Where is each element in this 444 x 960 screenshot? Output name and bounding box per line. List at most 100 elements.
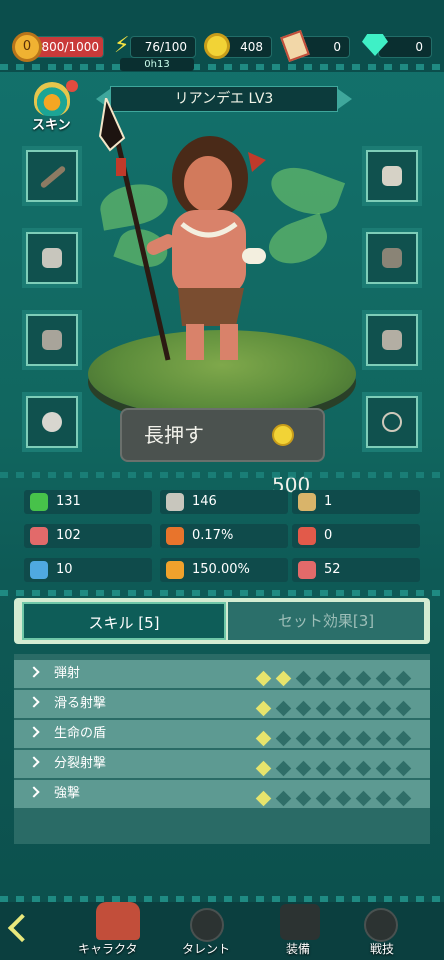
skill-name: 生命の盾: [54, 726, 107, 741]
stat-item: 0.17%: [160, 524, 288, 548]
stat-item: 146: [160, 490, 288, 514]
character-tab-icon[interactable]: [96, 902, 140, 940]
level-diamond: [335, 790, 352, 807]
equip-slot-weapon[interactable]: [22, 146, 82, 206]
level-diamond: [375, 670, 392, 687]
tabs-top-border: [0, 590, 444, 596]
helmet-item-icon: [382, 166, 402, 186]
burst-icon: [166, 561, 184, 579]
gold-coin-icon: [272, 423, 294, 446]
drumstick-icon: [298, 561, 316, 579]
spear-icon: [166, 493, 184, 511]
lock-icon: [190, 908, 224, 942]
gem-value: 0: [415, 40, 423, 54]
level-diamond: [275, 760, 292, 777]
hero-face: [184, 156, 232, 212]
skin-button[interactable]: スキン: [28, 80, 78, 133]
equip-slot-armor[interactable]: [22, 228, 82, 288]
hero-armband: [242, 248, 266, 264]
fox-mask-icon: [166, 527, 184, 545]
top-resource-bar: 800/1000 0 76/100 ⚡ 0h13 408 0 0: [0, 0, 444, 72]
stat-item: 10: [24, 558, 152, 582]
equip-slot-bracer[interactable]: [22, 310, 82, 370]
level-diamond: [335, 760, 352, 777]
equip-slot-boots[interactable]: [362, 310, 422, 370]
stat-item: 0: [292, 524, 420, 548]
amulet-item-icon: [382, 412, 402, 432]
skill-row[interactable]: 弾射: [14, 660, 430, 688]
gold-value: 408: [240, 40, 263, 54]
stat-value: 52: [324, 562, 341, 577]
stat-value: 146: [192, 494, 217, 509]
hero-feather: [248, 152, 266, 172]
player-level-badge[interactable]: 0: [12, 32, 42, 62]
lightning-icon: ⚡: [114, 33, 130, 58]
stat-item: 131: [24, 490, 152, 514]
level-diamond: [315, 670, 332, 687]
ticket-value: 0: [333, 40, 341, 54]
energy-timer: 0h13: [120, 58, 194, 71]
skill-list: 弾射滑る射撃生命の盾分裂射撃強撃: [14, 654, 430, 844]
spear-wrap: [116, 158, 126, 176]
nav-talent[interactable]: タレント: [182, 940, 230, 957]
equip-slot-ring[interactable]: [22, 392, 82, 452]
level-diamond: [315, 730, 332, 747]
stat-item: 1: [292, 490, 420, 514]
level-diamond: [275, 730, 292, 747]
chevron-right-icon: [28, 756, 40, 768]
level-diamond: [355, 670, 372, 687]
stat-value: 102: [56, 528, 81, 543]
stat-value: 0: [324, 528, 333, 543]
skill-row[interactable]: 滑る射撃: [14, 690, 430, 718]
equip-slot-cloak[interactable]: [362, 228, 422, 288]
level-diamond: [375, 760, 392, 777]
skill-row[interactable]: 強撃: [14, 780, 430, 808]
bottom-nav: キャラクタ タレント 装備 戦技: [0, 902, 444, 960]
back-arrow-icon[interactable]: [6, 913, 46, 944]
bracer-item-icon: [42, 330, 62, 350]
feather-headdress-icon: [34, 82, 70, 116]
skin-label: スキン: [32, 118, 71, 133]
level-diamond: [295, 790, 312, 807]
stat-value: 150.00%: [192, 562, 250, 577]
skill-name: 弾射: [54, 666, 81, 681]
equipment-tab-icon[interactable]: [280, 904, 320, 940]
skill-level-indicator: [255, 787, 418, 815]
skill-row[interactable]: 分裂射撃: [14, 750, 430, 778]
stat-item: 52: [292, 558, 420, 582]
ring-item-icon: [42, 412, 62, 432]
level-diamond: [355, 760, 372, 777]
lock-icon: [364, 908, 398, 942]
chevron-right-icon: [28, 696, 40, 708]
top-pattern-border: [0, 64, 444, 70]
level-diamond: [255, 700, 272, 717]
level-diamond: [275, 700, 292, 717]
level-diamond: [255, 670, 272, 687]
skill-name: 分裂射撃: [54, 756, 107, 771]
shield-icon: [298, 493, 316, 511]
tab-set-bonus[interactable]: セット効果[3]: [228, 602, 424, 640]
bow-icon: [30, 561, 48, 579]
level-diamond: [295, 760, 312, 777]
level-diamond: [275, 790, 292, 807]
level-diamond: [355, 700, 372, 717]
nav-equipment[interactable]: 装備: [286, 940, 310, 957]
level-diamond: [255, 760, 272, 777]
level-diamond: [395, 670, 412, 687]
stats-top-border: [0, 472, 444, 478]
long-press-upgrade-button[interactable]: 長押す 500: [120, 408, 325, 497]
hero-loincloth: [178, 288, 244, 326]
nav-combat[interactable]: 戦技: [370, 940, 394, 957]
equip-slot-amulet[interactable]: [362, 392, 422, 452]
level-diamond: [295, 730, 312, 747]
nav-character[interactable]: キャラクタ: [78, 940, 138, 957]
level-diamond: [315, 700, 332, 717]
tab-skills[interactable]: スキル [5]: [22, 602, 226, 640]
skill-row[interactable]: 生命の盾: [14, 720, 430, 748]
level-diamond: [375, 700, 392, 717]
stat-item: 102: [24, 524, 152, 548]
stat-item: 150.00%: [160, 558, 288, 582]
equip-slot-helmet[interactable]: [362, 146, 422, 206]
level-diamond: [315, 790, 332, 807]
gold-coin-icon[interactable]: [204, 33, 230, 59]
